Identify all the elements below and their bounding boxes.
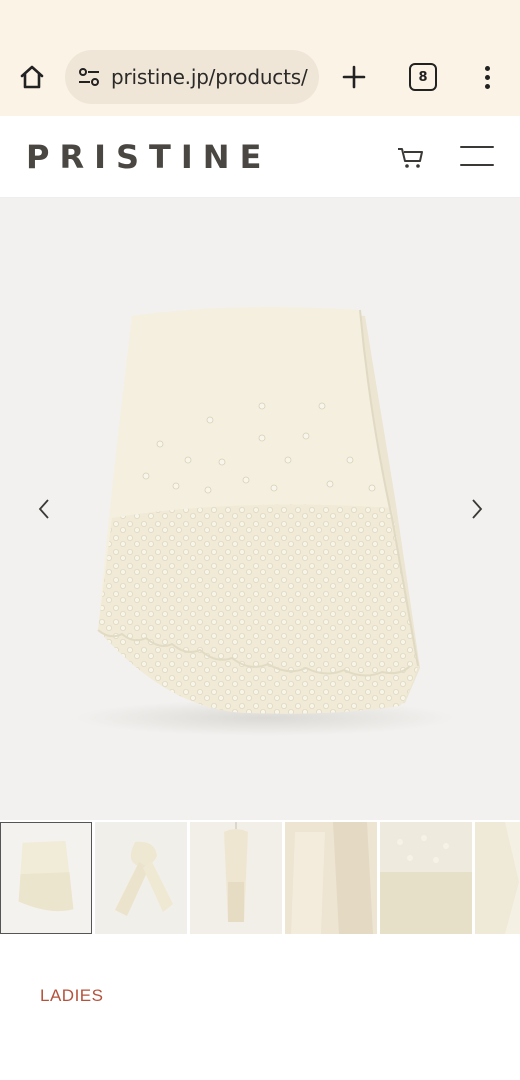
chevron-left-icon[interactable] (30, 492, 58, 526)
tab-switcher-icon[interactable]: 8 (409, 63, 437, 91)
thumbnail-1[interactable] (0, 822, 92, 934)
product-gallery (0, 198, 520, 820)
thumbnail-6[interactable] (475, 822, 520, 934)
chevron-right-icon[interactable] (463, 492, 491, 526)
hamburger-menu-icon[interactable] (460, 144, 494, 168)
tab-count: 8 (418, 69, 428, 85)
cart-icon[interactable] (396, 142, 426, 172)
site-settings-icon[interactable] (77, 64, 103, 90)
home-icon[interactable] (16, 61, 48, 93)
thumbnail-5[interactable] (380, 822, 472, 934)
new-tab-icon[interactable] (338, 61, 370, 93)
thumbnail-2[interactable] (95, 822, 187, 934)
product-image-scarf (75, 307, 455, 736)
thumbnail-3[interactable] (190, 822, 282, 934)
address-bar[interactable]: pristine.jp/products/ (65, 50, 319, 104)
thumbnail-4[interactable] (285, 822, 377, 934)
more-options-icon[interactable] (474, 61, 500, 93)
site-logo[interactable]: PRISTINE (26, 138, 271, 176)
product-category-link[interactable]: LADIES (40, 986, 103, 1006)
url-text[interactable]: pristine.jp/products/ (111, 65, 308, 89)
browser-toolbar: pristine.jp/products/ 8 (0, 0, 520, 116)
thumbnail-strip (0, 822, 520, 934)
site-header: PRISTINE (0, 116, 520, 198)
